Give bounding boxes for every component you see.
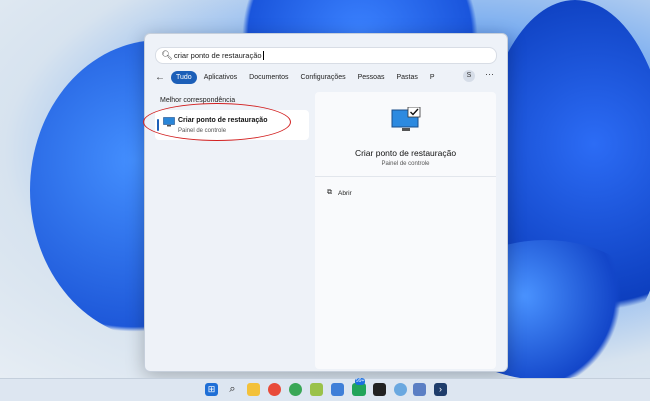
- search-panel: 🔍︎ criar ponto de restauração ← Tudo Apl…: [143, 33, 508, 372]
- tab-apps[interactable]: Aplicativos: [199, 71, 242, 84]
- best-match-item[interactable]: Criar ponto de restauração Painel de con…: [143, 103, 309, 141]
- whatsapp-icon[interactable]: 99+: [352, 378, 366, 396]
- search-icon: 🔍︎: [161, 50, 173, 60]
- restore-point-icon: [391, 107, 421, 131]
- highlight-annotation: [143, 103, 291, 141]
- chrome-icon[interactable]: [289, 383, 302, 396]
- search-icon[interactable]: ⌕: [226, 383, 239, 396]
- app-icon[interactable]: [373, 383, 386, 396]
- app-icon[interactable]: [394, 383, 407, 396]
- app-icon[interactable]: [310, 383, 323, 396]
- taskbar: ⊞ ⌕ 99+ ›: [0, 378, 650, 401]
- detail-title: Criar ponto de restauração: [354, 148, 457, 158]
- more-options-icon[interactable]: ···: [485, 69, 494, 79]
- search-box[interactable]: 🔍︎ criar ponto de restauração: [155, 47, 497, 64]
- tab-people[interactable]: Pessoas: [353, 71, 390, 84]
- notification-badge: 99+: [355, 378, 366, 385]
- detail-pane: Criar ponto de restauração Painel de con…: [315, 92, 496, 369]
- start-button-icon[interactable]: ⊞: [205, 383, 218, 396]
- tab-documents[interactable]: Documentos: [244, 71, 293, 84]
- tab-settings[interactable]: Configurações: [295, 71, 350, 84]
- avatar[interactable]: S: [463, 70, 475, 82]
- open-action[interactable]: ⧉ Abrir: [327, 189, 352, 197]
- text-caret: [262, 51, 264, 60]
- detail-subtitle: Painel de controle: [381, 161, 430, 167]
- tab-all[interactable]: Tudo: [171, 70, 197, 84]
- back-arrow-icon[interactable]: ←: [155, 72, 165, 83]
- open-action-label: Abrir: [338, 189, 352, 197]
- chrome-icon[interactable]: [268, 383, 281, 396]
- divider: [315, 176, 496, 177]
- tab-folders[interactable]: Pastas: [391, 71, 422, 84]
- app-icon[interactable]: [413, 383, 426, 396]
- app-icon[interactable]: [331, 383, 344, 396]
- search-input[interactable]: criar ponto de restauração: [174, 51, 262, 60]
- filter-tabs: ← Tudo Aplicativos Documentos Configuraç…: [155, 69, 500, 84]
- open-external-icon: ⧉: [327, 189, 332, 196]
- tab-overflow[interactable]: P: [425, 71, 440, 84]
- file-explorer-icon[interactable]: [247, 383, 260, 396]
- terminal-icon[interactable]: ›: [434, 383, 447, 396]
